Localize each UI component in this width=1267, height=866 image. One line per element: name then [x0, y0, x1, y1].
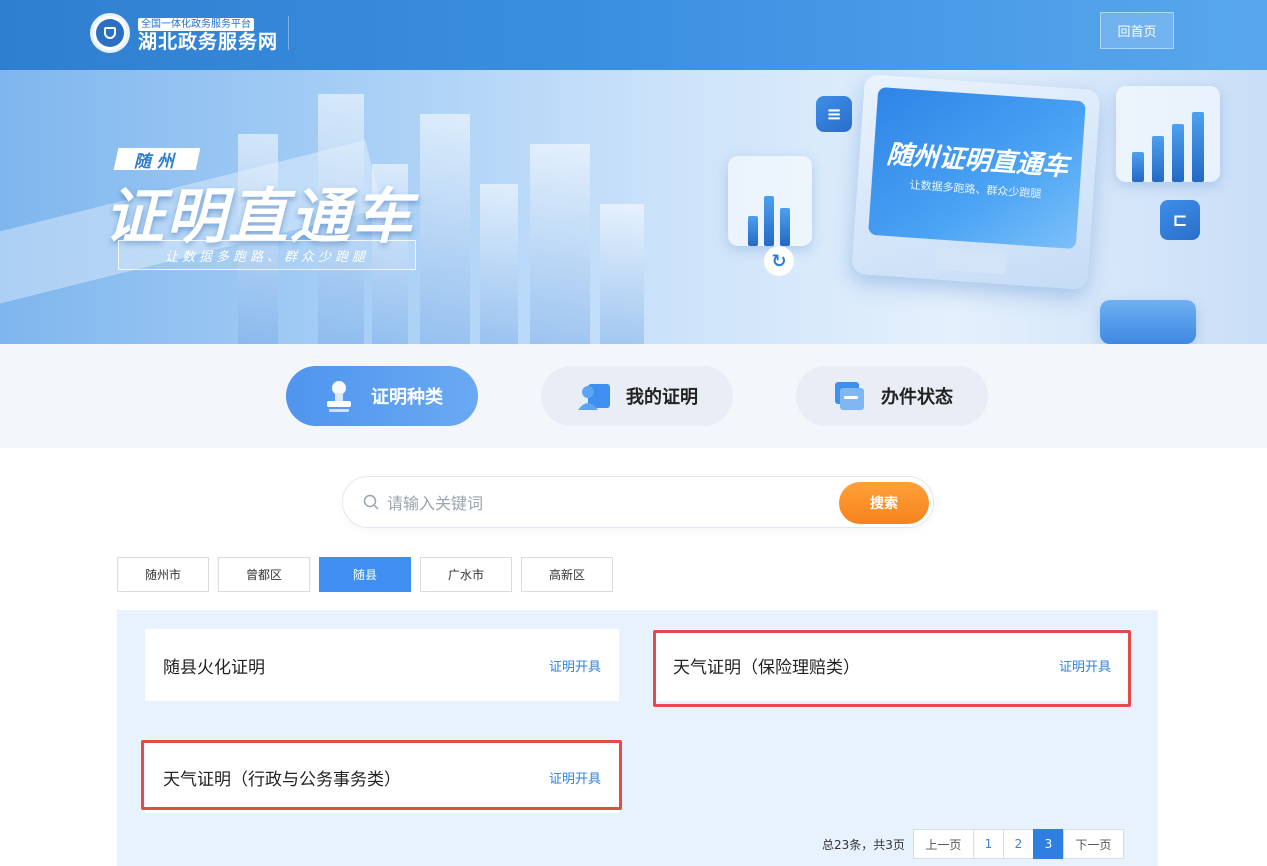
proof-card: 天气证明（保险理赔类） 证明开具	[655, 629, 1129, 701]
search-button[interactable]: 搜索	[839, 482, 929, 524]
proof-title: 天气证明（保险理赔类）	[673, 657, 860, 678]
page-button[interactable]: 2	[1002, 829, 1034, 859]
search-bar: 搜索	[342, 476, 934, 528]
platform-label: 全国一体化政务服务平台	[138, 18, 254, 31]
prev-page-button[interactable]: 上一页	[912, 829, 974, 859]
pagination: 总23条，共3页 上一页 1 2 3 下一页	[822, 829, 1124, 859]
banner-slogan: 让数据多跑路、群众少跑腿	[118, 240, 416, 270]
server-decoration	[1100, 300, 1196, 344]
bar-chart-decoration	[1116, 86, 1220, 182]
stamp-icon	[321, 378, 357, 414]
top-header: 全国一体化政务服务平台 湖北政务服务网 回首页	[0, 0, 1267, 70]
site-logo[interactable]: 全国一体化政务服务平台 湖北政务服务网	[90, 12, 278, 53]
tab-label: 办件状态	[881, 387, 953, 408]
district-filter-suixian[interactable]: 随县	[319, 557, 411, 592]
refresh-icon: ↻	[764, 246, 794, 276]
search-icon	[363, 494, 379, 510]
issue-proof-link[interactable]: 证明开具	[549, 656, 601, 675]
page-button[interactable]: 1	[972, 829, 1004, 859]
tab-label: 证明种类	[371, 387, 443, 408]
banner-building	[600, 204, 644, 344]
issue-proof-link[interactable]: 证明开具	[549, 768, 601, 787]
proof-card: 天气证明（行政与公务事务类） 证明开具	[145, 741, 619, 813]
proof-title: 随县火化证明	[163, 657, 265, 678]
banner-building	[530, 144, 590, 344]
issue-proof-link[interactable]: 证明开具	[1059, 656, 1111, 675]
tab-case-status[interactable]: 办件状态	[796, 366, 988, 426]
hero-banner: 随州 证明直通车 让数据多跑路、群众少跑腿 ≡ ⊏ ↻ 随州证明直通车 让数据多…	[0, 70, 1267, 344]
grid-app-icon: ⊏	[1160, 200, 1200, 240]
district-filter-guangshui[interactable]: 广水市	[420, 557, 512, 592]
document-icon: ≡	[816, 96, 852, 132]
district-filter-zengdu[interactable]: 曾都区	[218, 557, 310, 592]
district-filter-suizhou-city[interactable]: 随州市	[117, 557, 209, 592]
search-input[interactable]	[387, 488, 767, 518]
status-window-icon	[831, 378, 867, 414]
proof-title: 天气证明（行政与公务事务类）	[163, 769, 401, 790]
proof-results-panel: 随县火化证明 证明开具 天气证明（保险理赔类） 证明开具 天气证明（行政与公务事…	[117, 610, 1158, 866]
proof-card: 随县火化证明 证明开具	[145, 629, 619, 701]
tab-label: 我的证明	[626, 387, 698, 408]
tab-proof-types[interactable]: 证明种类	[286, 366, 478, 426]
banner-building	[420, 114, 470, 344]
home-button[interactable]: 回首页	[1100, 12, 1174, 49]
site-name: 湖北政务服务网	[138, 31, 279, 53]
district-filter-bar: 随州市 曾都区 随县 广水市 高新区	[117, 557, 622, 592]
current-page-button[interactable]: 3	[1032, 829, 1064, 859]
header-divider	[288, 16, 289, 50]
emblem-icon	[90, 12, 130, 53]
banner-building	[480, 184, 518, 344]
district-filter-gaoxin[interactable]: 高新区	[521, 557, 613, 592]
banner-city-tag: 随州	[113, 148, 201, 172]
tab-bar: 证明种类 我的证明 办件状态	[0, 344, 1267, 448]
banner-slogan-text: 让数据多跑路、群众少跑腿	[164, 249, 369, 265]
tab-my-proofs[interactable]: 我的证明	[541, 366, 733, 426]
chart-card-decoration	[728, 156, 812, 246]
monitor-illustration: 随州证明直通车 让数据多跑路、群众少跑腿	[851, 74, 1101, 290]
user-card-icon	[576, 378, 612, 414]
pagination-total: 总23条，共3页	[822, 837, 905, 852]
next-page-button[interactable]: 下一页	[1062, 829, 1124, 859]
